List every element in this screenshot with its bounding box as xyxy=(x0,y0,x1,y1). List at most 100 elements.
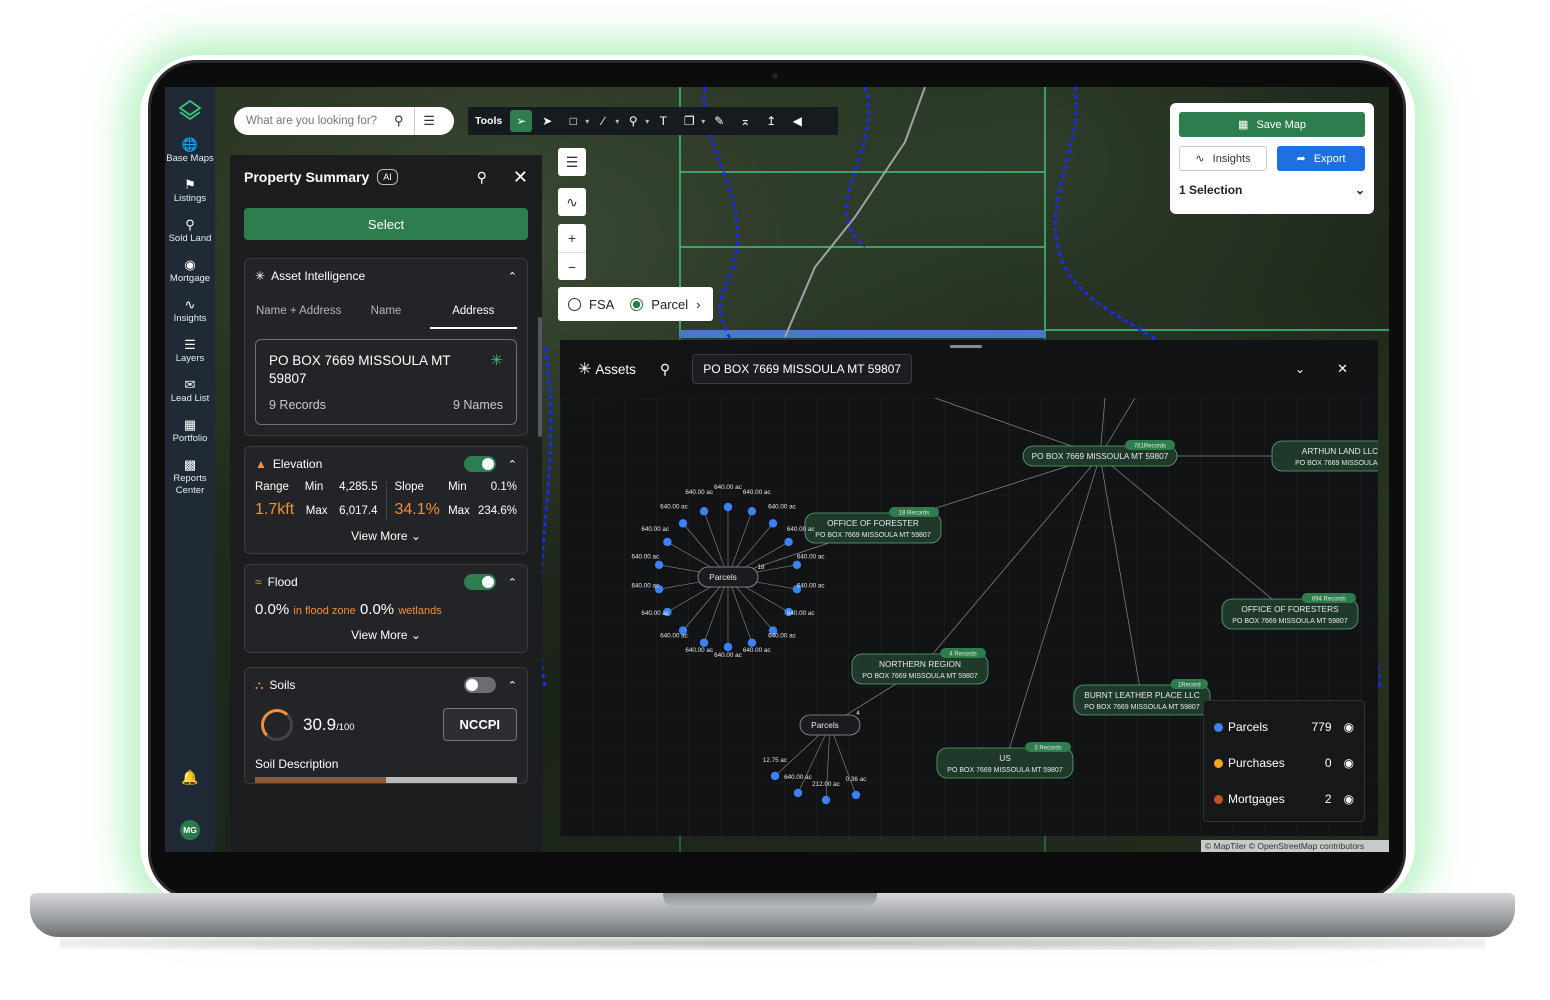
soils-toggle[interactable] xyxy=(463,677,496,693)
score-suffix: /100 xyxy=(336,721,355,733)
multi-select-tool-icon[interactable]: ➤ xyxy=(536,110,558,132)
close-icon[interactable]: ✕ xyxy=(513,167,528,188)
rail-listings[interactable]: ⚑ Listings xyxy=(165,177,215,205)
parcel-dot xyxy=(663,537,672,547)
eye-icon[interactable]: ◉ xyxy=(1344,720,1354,734)
rail-label: Base Maps xyxy=(166,153,214,164)
text-tool-icon[interactable]: T xyxy=(652,110,674,132)
zoom-in-icon[interactable]: + xyxy=(558,224,586,252)
marker-tool-icon[interactable]: ⚲ xyxy=(622,110,644,132)
chevron-down-icon[interactable]: ▾ xyxy=(701,117,705,126)
chevron-up-icon[interactable]: ⌃ xyxy=(508,576,517,589)
chevron-up-icon[interactable]: ⌃ xyxy=(508,270,517,283)
chevron-down-icon[interactable]: ▾ xyxy=(615,117,619,126)
export-button[interactable]: ➦ Export xyxy=(1277,146,1365,171)
rail-mortgage[interactable]: ◉ Mortgage xyxy=(165,257,215,285)
eraser-tool-icon[interactable]: ✎ xyxy=(708,110,730,132)
rail-lead-list[interactable]: ✉ Lead List xyxy=(165,377,215,405)
record-badge-label: 1Record xyxy=(1178,683,1201,689)
view-more-label: View More xyxy=(351,628,408,642)
chevron-down-icon[interactable]: ⌄ xyxy=(1295,362,1305,376)
parcel-dot xyxy=(699,507,709,516)
flood-zone-label: in flood zone xyxy=(293,605,356,617)
nccpi-button[interactable]: NCCPI xyxy=(442,708,517,741)
line-tool-icon[interactable]: ∕ xyxy=(592,110,614,132)
max-value: 234.6% xyxy=(477,505,517,517)
view-more-button[interactable]: View More ⌄ xyxy=(255,521,517,553)
chevron-right-icon[interactable]: › xyxy=(696,297,700,312)
range-col: Range Min 4,285.5 1.7kft Max 6,017.4 xyxy=(255,481,387,521)
dollar-icon: ◉ xyxy=(184,257,196,272)
flood-toggle[interactable] xyxy=(463,574,496,590)
parcel-radio[interactable] xyxy=(630,297,644,311)
drag-handle[interactable] xyxy=(950,345,982,348)
eye-icon[interactable]: ◉ xyxy=(1344,756,1354,770)
fsa-radio[interactable] xyxy=(568,297,581,311)
cart-icon: ⛬ xyxy=(255,677,264,692)
flood-icon: ≈ xyxy=(255,575,262,589)
card-header[interactable]: ✳ Asset Intelligence ⌃ xyxy=(255,259,517,293)
chevron-down-icon[interactable]: ▾ xyxy=(645,117,649,126)
rail-layers[interactable]: ☰ Layers xyxy=(165,337,215,365)
save-map-button[interactable]: ▦ Save Map xyxy=(1179,112,1365,137)
parcel-acreage: 640.00 ac xyxy=(787,526,815,533)
rail-insights[interactable]: ∿ Insights xyxy=(165,297,215,325)
map-attribution: © MapTiler © OpenStreetMap contributors xyxy=(1201,840,1389,852)
parcel-acreage: 640.00 ac xyxy=(685,647,713,654)
upload-tool-icon[interactable]: ↥ xyxy=(760,110,782,132)
rail-portfolio[interactable]: ▦ Portfolio xyxy=(165,417,215,445)
measure-tool-icon[interactable]: ⌅ xyxy=(734,110,756,132)
legend-count: 2 xyxy=(1324,792,1332,806)
search-icon[interactable]: ⚲ xyxy=(394,113,404,129)
insights-icon[interactable]: ∿ xyxy=(558,188,586,216)
tab-name[interactable]: Name xyxy=(342,293,429,329)
eye-icon[interactable]: ◉ xyxy=(1344,792,1354,806)
legend-row-mortgages: Mortgages 2 ◉ xyxy=(1214,781,1354,817)
selection-dropdown[interactable]: 1 Selection ⌄ xyxy=(1179,183,1365,197)
select-tool-icon[interactable]: ➢ xyxy=(510,110,533,132)
elevation-toggle[interactable] xyxy=(463,456,496,472)
parcel-acreage: 640.00 ac xyxy=(685,489,713,496)
rail-reports-center[interactable]: ▩ Reports Center xyxy=(165,457,215,497)
polygon-tool-icon[interactable]: □ xyxy=(562,110,584,132)
app-logo-icon[interactable] xyxy=(178,99,202,123)
min-value: 4,285.5 xyxy=(339,481,378,493)
rail-label: Lead List xyxy=(170,393,210,404)
zoom-out-icon[interactable]: − xyxy=(558,252,586,280)
mountain-icon: ▲ xyxy=(255,457,267,471)
parcels-count-badge: 4 xyxy=(856,710,860,717)
slope-value: 34.1% xyxy=(394,501,440,518)
panel-title: Property Summary xyxy=(244,169,370,185)
close-icon[interactable]: ✕ xyxy=(1337,361,1348,377)
parcel-dot xyxy=(678,519,688,528)
filter-icon[interactable]: ☰ xyxy=(413,107,444,135)
legend-label: Mortgages xyxy=(1228,792,1285,806)
search-icon[interactable]: ⚲ xyxy=(660,361,670,378)
address-result[interactable]: PO BOX 7669 MISSOULA MT 59807 ✳ 9 Record… xyxy=(255,339,517,425)
legend-swatch xyxy=(1214,794,1223,804)
rail-sold-land[interactable]: ⚲ Sold Land xyxy=(165,217,215,245)
asset-query-field[interactable]: PO BOX 7669 MISSOULA MT 59807 xyxy=(692,354,913,384)
avatar[interactable]: MG xyxy=(180,820,200,840)
view-more-button[interactable]: View More ⌄ xyxy=(255,620,517,652)
insights-button[interactable]: ∿ Insights xyxy=(1179,146,1267,171)
shapes-tool-icon[interactable]: ❐ xyxy=(678,110,700,132)
search-input[interactable] xyxy=(246,115,386,127)
rail-base-maps[interactable]: 🌐 Base Maps xyxy=(165,137,215,165)
tab-address[interactable]: Address xyxy=(429,293,517,329)
location-pin-icon[interactable]: ⚲ xyxy=(477,169,487,186)
chevron-down-icon[interactable]: ▾ xyxy=(585,117,589,126)
chevron-up-icon[interactable]: ⌃ xyxy=(508,679,517,692)
bell-icon[interactable]: 🔔 xyxy=(181,769,198,786)
layers-icon[interactable]: ☰ xyxy=(558,148,586,176)
record-badge-label: 694 Records xyxy=(1312,597,1346,603)
select-button[interactable]: Select xyxy=(244,208,528,240)
collapse-tools-icon[interactable]: ◀ xyxy=(786,110,808,132)
briefcase-icon: ▩ xyxy=(183,457,197,472)
tab-name-address[interactable]: Name + Address xyxy=(255,293,342,329)
panel-scrollbar[interactable] xyxy=(538,317,542,437)
rail-label: Layers xyxy=(175,353,205,364)
insights-icon: ∿ xyxy=(1195,153,1205,165)
chevron-up-icon[interactable]: ⌃ xyxy=(508,458,517,471)
ai-badge[interactable]: AI xyxy=(377,169,398,185)
